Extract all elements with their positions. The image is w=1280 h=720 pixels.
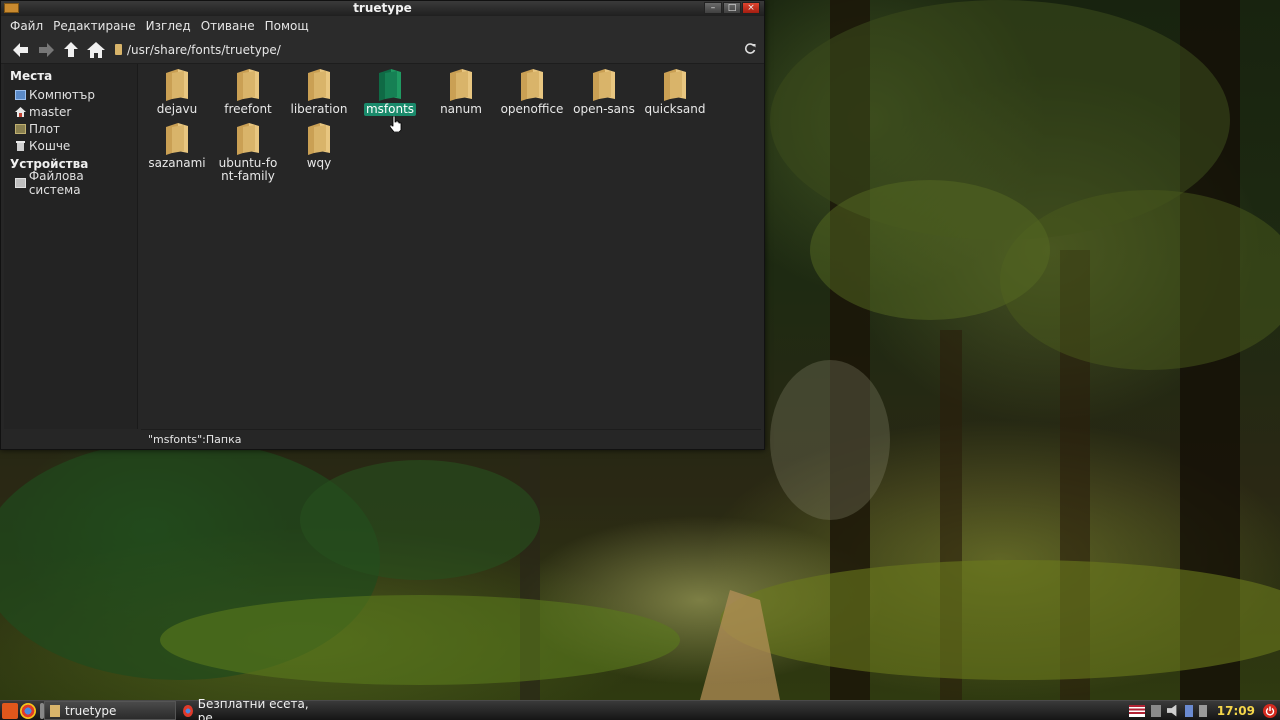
volume-icon[interactable] [1166, 704, 1177, 717]
folder-item-freefont[interactable]: freefont [212, 69, 284, 116]
folder-icon [521, 69, 543, 101]
folder-item-openoffice[interactable]: openoffice [496, 69, 568, 116]
places-heading: Места [10, 69, 53, 83]
folder-item-sazanami[interactable]: sazanami [141, 123, 213, 170]
menu-view[interactable]: Изглед [141, 16, 196, 36]
task-label: truetype [65, 703, 117, 718]
sidebar-item-filesystem[interactable]: Файлова система [4, 169, 137, 197]
chrome-icon[interactable] [20, 702, 36, 719]
task-truetype[interactable]: truetype [44, 701, 176, 720]
home-icon [15, 106, 26, 117]
sidebar: Места Компютър master Плот Кошче Устройс… [4, 64, 138, 429]
start-menu-icon[interactable] [2, 702, 18, 719]
location-bar[interactable]: /usr/share/fonts/truetype/ [115, 43, 281, 57]
folder-label: quicksand [644, 102, 706, 116]
file-manager-window: truetype – □ × Файл Редактиране Изглед О… [0, 0, 765, 450]
folder-item-ubuntu-font-family[interactable]: ubuntu-font-family [212, 123, 284, 183]
network-icon[interactable] [1150, 704, 1161, 717]
folder-item-liberation[interactable]: liberation [283, 69, 355, 116]
up-button[interactable] [59, 38, 83, 62]
menu-help[interactable]: Помощ [260, 16, 314, 36]
arrow-left-icon [13, 42, 28, 57]
folder-item-wqy[interactable]: wqy [283, 123, 355, 170]
folder-icon [166, 123, 188, 155]
sidebar-item-label: master [29, 104, 72, 119]
folder-icon [166, 69, 188, 101]
window-title: truetype [353, 1, 412, 15]
back-button[interactable] [9, 38, 33, 62]
folder-label: msfonts [363, 102, 417, 116]
toolbar: /usr/share/fonts/truetype/ [1, 36, 764, 64]
bluetooth-icon[interactable] [1184, 704, 1193, 717]
system-tray: 17:09 [1123, 701, 1280, 720]
sidebar-item-desktop[interactable]: Плот [4, 120, 137, 137]
folder-label: open-sans [573, 102, 635, 116]
folder-icon [237, 69, 259, 101]
folder-icon [308, 123, 330, 155]
task-browser[interactable]: Безплатни есета, ре... [178, 697, 313, 720]
sidebar-item-home[interactable]: master [4, 103, 137, 120]
power-button[interactable] [1263, 703, 1277, 718]
forward-button[interactable] [34, 38, 58, 62]
folder-item-nanum[interactable]: nanum [425, 69, 497, 116]
folder-label: ubuntu-font-family [218, 156, 278, 183]
battery-icon[interactable] [1198, 704, 1207, 717]
desktop-icon [15, 123, 26, 134]
trash-icon [16, 140, 25, 151]
sidebar-item-computer[interactable]: Компютър [4, 86, 137, 103]
arrow-up-icon [64, 41, 78, 57]
folder-icon [237, 123, 259, 155]
chrome-icon [183, 704, 193, 717]
drive-icon [15, 177, 26, 188]
folder-label: openoffice [500, 102, 564, 116]
folder-item-quicksand[interactable]: quicksand [639, 69, 711, 116]
home-button[interactable] [84, 38, 108, 62]
menu-bar: Файл Редактиране Изглед Отиване Помощ [1, 16, 764, 36]
title-bar[interactable]: truetype – □ × [1, 1, 764, 16]
folder-icon [50, 704, 60, 717]
folder-label: nanum [440, 102, 482, 116]
menu-edit[interactable]: Редактиране [48, 16, 141, 36]
file-view[interactable]: dejavu freefont liberation msfonts nanum… [141, 64, 761, 429]
menu-file[interactable]: Файл [5, 16, 48, 36]
folder-item-dejavu[interactable]: dejavu [141, 69, 213, 116]
folder-label: wqy [306, 156, 332, 170]
folder-icon [308, 69, 330, 101]
hand-cursor-icon [390, 116, 402, 132]
folder-label: sazanami [148, 156, 206, 170]
folder-item-open-sans[interactable]: open-sans [568, 69, 640, 116]
maximize-button[interactable]: □ [723, 2, 741, 14]
folder-icon [115, 44, 122, 55]
folder-icon [379, 69, 401, 101]
us-flag-icon[interactable] [1128, 704, 1145, 717]
clock[interactable]: 17:09 [1217, 704, 1255, 718]
sidebar-item-trash[interactable]: Кошче [4, 137, 137, 154]
sidebar-item-label: Кошче [29, 138, 71, 153]
sidebar-item-label: Компютър [29, 87, 95, 102]
power-icon [1265, 706, 1275, 716]
reload-button[interactable] [744, 43, 756, 58]
close-button[interactable]: × [742, 2, 760, 14]
sidebar-item-label: Файлова система [28, 168, 84, 197]
task-label: Безплатни есета, ре... [197, 696, 309, 720]
folder-icon [450, 69, 472, 101]
folder-icon [593, 69, 615, 101]
folder-item-msfonts[interactable]: msfonts [354, 69, 426, 116]
folder-label: freefont [224, 102, 272, 116]
status-bar: "msfonts":Папка [141, 429, 761, 449]
taskbar: truetype Безплатни есета, ре... 17:09 [0, 697, 1280, 720]
arrow-right-icon [39, 42, 54, 57]
location-path: /usr/share/fonts/truetype/ [127, 42, 281, 57]
menu-go[interactable]: Отиване [196, 16, 260, 36]
folder-label: liberation [290, 102, 348, 116]
home-icon [87, 41, 105, 58]
computer-icon [15, 89, 26, 100]
folder-icon [664, 69, 686, 101]
reload-icon [744, 43, 756, 54]
minimize-button[interactable]: – [704, 2, 722, 14]
sidebar-item-label: Плот [29, 121, 61, 136]
folder-label: dejavu [156, 102, 198, 116]
